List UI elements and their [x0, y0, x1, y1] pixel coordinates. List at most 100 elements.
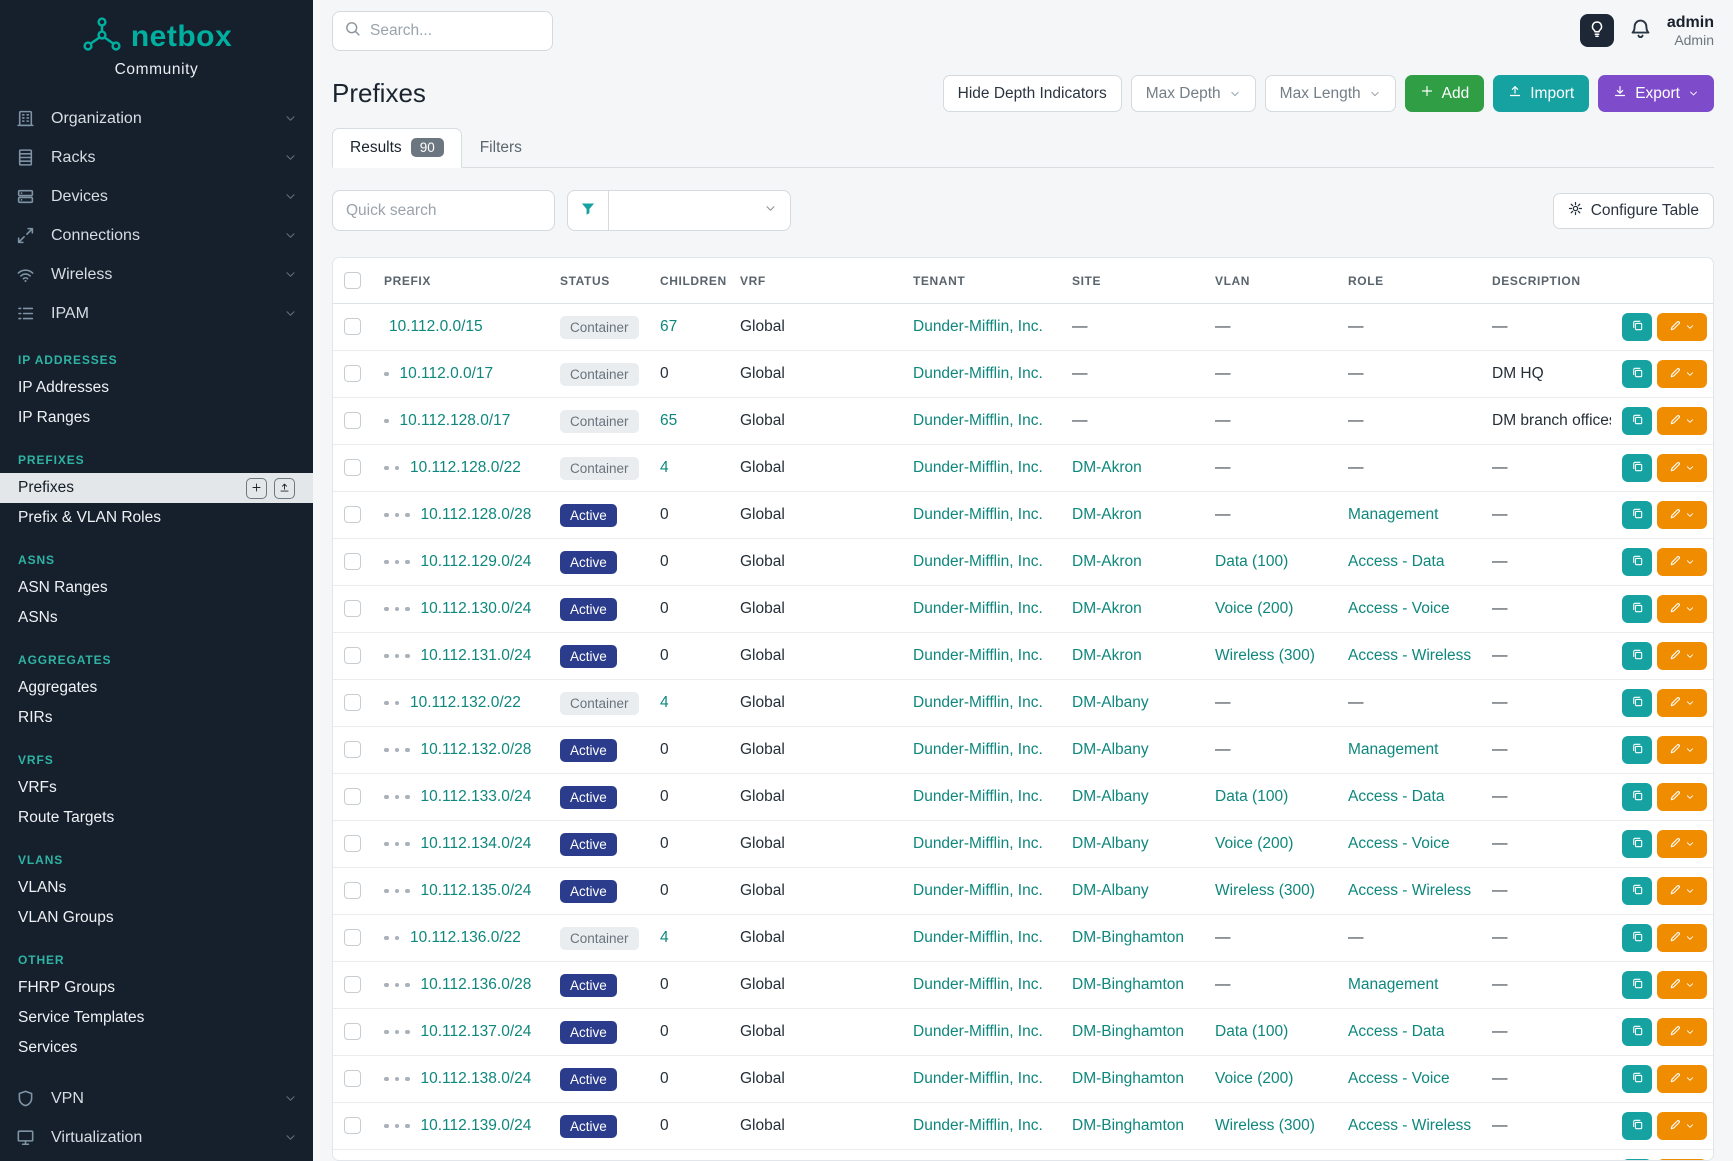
import-prefixes-button[interactable]: [274, 478, 295, 499]
edit-button[interactable]: [1657, 548, 1707, 576]
tenant-link[interactable]: Dunder-Mifflin, Inc.: [913, 741, 1043, 758]
sidebar-item-ipam[interactable]: IPAM: [0, 294, 313, 333]
clone-button[interactable]: [1622, 642, 1652, 670]
clone-button[interactable]: [1622, 360, 1652, 388]
edit-button[interactable]: [1657, 454, 1707, 482]
children-count-link[interactable]: 4: [660, 929, 669, 946]
edit-button[interactable]: [1657, 501, 1707, 529]
clone-button[interactable]: [1622, 407, 1652, 435]
clone-button[interactable]: [1622, 313, 1652, 341]
edit-button[interactable]: [1657, 1112, 1707, 1140]
sidebar-item-prefix-vlan-roles[interactable]: Prefix & VLAN Roles: [0, 503, 313, 533]
row-checkbox[interactable]: [344, 1117, 361, 1134]
column-header-status[interactable]: Status: [549, 258, 649, 304]
theme-toggle-button[interactable]: [1580, 14, 1614, 47]
edit-button[interactable]: [1657, 783, 1707, 811]
prefix-link[interactable]: 10.112.136.0/22: [410, 929, 521, 946]
tab-results[interactable]: Results 90: [332, 128, 462, 168]
site-link[interactable]: DM-Albany: [1072, 882, 1149, 899]
prefix-link[interactable]: 10.112.131.0/24: [421, 647, 532, 664]
sidebar-item-vlans[interactable]: VLANs: [0, 873, 313, 903]
children-count-link[interactable]: 67: [660, 318, 677, 335]
prefix-link[interactable]: 10.112.0.0/15: [389, 318, 483, 335]
clone-button[interactable]: [1622, 1065, 1652, 1093]
column-header-role[interactable]: Role: [1337, 258, 1481, 304]
children-count-link[interactable]: 65: [660, 412, 677, 429]
site-link[interactable]: DM-Albany: [1072, 835, 1149, 852]
prefix-link[interactable]: 10.112.128.0/28: [421, 506, 532, 523]
column-header-children[interactable]: Children: [649, 258, 729, 304]
tenant-link[interactable]: Dunder-Mifflin, Inc.: [913, 929, 1043, 946]
max-length-dropdown[interactable]: Max Length: [1265, 75, 1396, 112]
clone-button[interactable]: [1622, 830, 1652, 858]
site-link[interactable]: DM-Binghamton: [1072, 976, 1184, 993]
role-link[interactable]: Management: [1348, 506, 1438, 523]
site-link[interactable]: DM-Akron: [1072, 506, 1142, 523]
filter-button[interactable]: [567, 190, 608, 231]
sidebar-item-connections[interactable]: Connections: [0, 216, 313, 255]
site-link[interactable]: DM-Akron: [1072, 553, 1142, 570]
tenant-link[interactable]: Dunder-Mifflin, Inc.: [913, 1023, 1043, 1040]
edit-button[interactable]: [1657, 313, 1707, 341]
role-link[interactable]: Access - Voice: [1348, 835, 1450, 852]
tenant-link[interactable]: Dunder-Mifflin, Inc.: [913, 600, 1043, 617]
sidebar-item-circuits[interactable]: Circuits: [0, 1157, 313, 1161]
sidebar-item-rirs[interactable]: RIRs: [0, 703, 313, 733]
edit-button[interactable]: [1657, 971, 1707, 999]
row-checkbox[interactable]: [344, 835, 361, 852]
clone-button[interactable]: [1622, 971, 1652, 999]
edit-button[interactable]: [1657, 877, 1707, 905]
tenant-link[interactable]: Dunder-Mifflin, Inc.: [913, 1117, 1043, 1134]
sidebar-item-route-targets[interactable]: Route Targets: [0, 803, 313, 833]
site-link[interactable]: DM-Akron: [1072, 459, 1142, 476]
row-checkbox[interactable]: [344, 1023, 361, 1040]
row-checkbox[interactable]: [344, 976, 361, 993]
prefix-link[interactable]: 10.112.0.0/17: [400, 365, 494, 382]
vlan-link[interactable]: Voice (200): [1215, 600, 1293, 617]
hide-depth-indicators-button[interactable]: Hide Depth Indicators: [943, 75, 1122, 112]
vlan-link[interactable]: Data (100): [1215, 553, 1288, 570]
tenant-link[interactable]: Dunder-Mifflin, Inc.: [913, 788, 1043, 805]
row-checkbox[interactable]: [344, 506, 361, 523]
sidebar-item-organization[interactable]: Organization: [0, 99, 313, 138]
tenant-link[interactable]: Dunder-Mifflin, Inc.: [913, 412, 1043, 429]
role-link[interactable]: Access - Data: [1348, 788, 1444, 805]
sidebar-item-vpn[interactable]: VPN: [0, 1079, 313, 1118]
site-link[interactable]: DM-Binghamton: [1072, 1117, 1184, 1134]
prefix-link[interactable]: 10.112.132.0/28: [421, 741, 532, 758]
clone-button[interactable]: [1622, 1112, 1652, 1140]
site-link[interactable]: DM-Akron: [1072, 647, 1142, 664]
sidebar-item-vrfs[interactable]: VRFs: [0, 773, 313, 803]
sidebar-item-devices[interactable]: Devices: [0, 177, 313, 216]
site-link[interactable]: DM-Binghamton: [1072, 929, 1184, 946]
clone-button[interactable]: [1622, 877, 1652, 905]
sidebar-item-virtualization[interactable]: Virtualization: [0, 1118, 313, 1157]
max-depth-dropdown[interactable]: Max Depth: [1131, 75, 1256, 112]
site-link[interactable]: DM-Albany: [1072, 741, 1149, 758]
role-link[interactable]: Access - Voice: [1348, 600, 1450, 617]
saved-filter-select[interactable]: [608, 190, 791, 231]
prefix-link[interactable]: 10.112.128.0/17: [400, 412, 511, 429]
import-button[interactable]: Import: [1493, 75, 1589, 112]
edit-button[interactable]: [1657, 1018, 1707, 1046]
tenant-link[interactable]: Dunder-Mifflin, Inc.: [913, 882, 1043, 899]
export-button[interactable]: Export: [1598, 75, 1714, 112]
prefix-link[interactable]: 10.112.135.0/24: [421, 882, 532, 899]
tenant-link[interactable]: Dunder-Mifflin, Inc.: [913, 835, 1043, 852]
sidebar-item-wireless[interactable]: Wireless: [0, 255, 313, 294]
row-checkbox[interactable]: [344, 929, 361, 946]
row-checkbox[interactable]: [344, 553, 361, 570]
sidebar-item-fhrp-groups[interactable]: FHRP Groups: [0, 973, 313, 1003]
vlan-link[interactable]: Data (100): [1215, 1023, 1288, 1040]
children-count-link[interactable]: 4: [660, 694, 669, 711]
clone-button[interactable]: [1622, 689, 1652, 717]
row-checkbox[interactable]: [344, 365, 361, 382]
edit-button[interactable]: [1657, 689, 1707, 717]
tenant-link[interactable]: Dunder-Mifflin, Inc.: [913, 647, 1043, 664]
tenant-link[interactable]: Dunder-Mifflin, Inc.: [913, 694, 1043, 711]
sidebar-item-racks[interactable]: Racks: [0, 138, 313, 177]
clone-button[interactable]: [1622, 924, 1652, 952]
sidebar-item-ip-ranges[interactable]: IP Ranges: [0, 403, 313, 433]
children-count-link[interactable]: 4: [660, 459, 669, 476]
configure-table-button[interactable]: Configure Table: [1553, 193, 1714, 229]
